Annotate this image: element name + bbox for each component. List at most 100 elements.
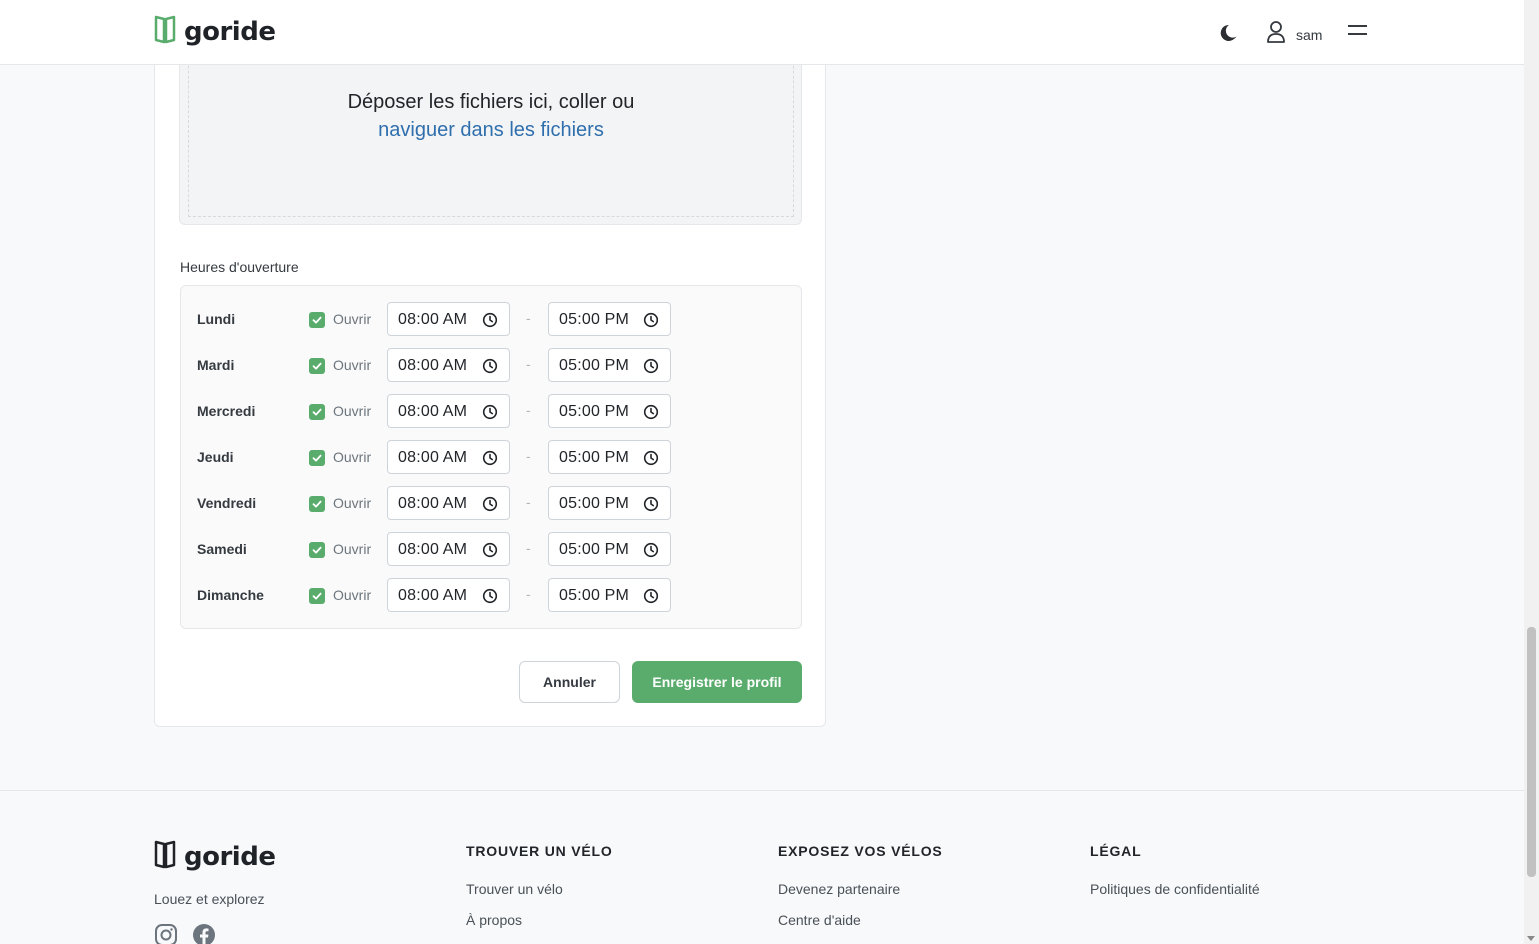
opening-time-value: 08:00 AM [398, 311, 468, 328]
time-separator: - [526, 540, 531, 556]
clock-icon[interactable] [482, 358, 498, 379]
menu-icon[interactable] [1347, 22, 1369, 47]
opening-time-value: 08:00 AM [398, 403, 468, 420]
clock-icon[interactable] [643, 588, 659, 609]
footer-link-help-center[interactable]: Centre d'aide [778, 912, 943, 928]
scrollbar-thumb[interactable] [1527, 627, 1536, 877]
profile-form-card: Déposer les fichiers ici, coller ou navi… [154, 40, 826, 727]
hours-row: Vendredi Ouvrir 08:00 AM - 05:00 PM [181, 486, 801, 522]
closing-time-input[interactable]: 05:00 PM [548, 486, 671, 520]
user-name: sam [1296, 26, 1323, 43]
clock-icon[interactable] [643, 496, 659, 517]
footer-link-about[interactable]: À propos [466, 912, 613, 928]
day-label: Mardi [197, 357, 235, 373]
hours-row: Mercredi Ouvrir 08:00 AM - 05:00 PM [181, 394, 801, 430]
open-checkbox-label: Ouvrir [333, 495, 372, 511]
opening-hours-table: Lundi Ouvrir 08:00 AM - 05:00 PM Mardi Ouvrir 0… [180, 285, 802, 629]
footer-column-partners: EXPOSEZ VOS VÉLOS Devenez partenaire Cen… [778, 843, 943, 943]
opening-time-value: 08:00 AM [398, 495, 468, 512]
book-logo-icon [154, 14, 176, 49]
user-menu[interactable]: sam [1266, 20, 1322, 49]
closing-time-input[interactable]: 05:00 PM [548, 302, 671, 336]
closing-time-value: 05:00 PM [559, 541, 630, 558]
closing-time-input[interactable]: 05:00 PM [548, 578, 671, 612]
closing-time-value: 05:00 PM [559, 449, 630, 466]
checkmark-icon [311, 406, 323, 418]
closing-time-input[interactable]: 05:00 PM [548, 348, 671, 382]
scroll-down-arrow[interactable] [1527, 936, 1535, 941]
open-checkbox[interactable] [309, 542, 325, 558]
day-label: Mercredi [197, 403, 256, 419]
opening-time-input[interactable]: 08:00 AM [387, 578, 510, 612]
footer-link-find-bike[interactable]: Trouver un vélo [466, 881, 613, 897]
clock-icon[interactable] [643, 358, 659, 379]
opening-time-input[interactable]: 08:00 AM [387, 532, 510, 566]
opening-time-input[interactable]: 08:00 AM [387, 486, 510, 520]
open-checkbox-label: Ouvrir [333, 311, 372, 327]
clock-icon[interactable] [482, 450, 498, 471]
open-checkbox[interactable] [309, 358, 325, 374]
opening-hours-label: Heures d'ouverture [180, 259, 299, 275]
top-navbar: goride sam [0, 0, 1524, 65]
clock-icon[interactable] [482, 404, 498, 425]
checkmark-icon [311, 544, 323, 556]
time-separator: - [526, 586, 531, 602]
open-checkbox-label: Ouvrir [333, 403, 372, 419]
browse-files-link[interactable]: naviguer dans les fichiers [189, 119, 793, 142]
instagram-icon[interactable] [154, 923, 178, 944]
time-separator: - [526, 402, 531, 418]
closing-time-value: 05:00 PM [559, 495, 630, 512]
open-checkbox[interactable] [309, 496, 325, 512]
day-label: Vendredi [197, 495, 257, 511]
open-checkbox[interactable] [309, 312, 325, 328]
clock-icon[interactable] [643, 312, 659, 333]
brand-name: goride [184, 16, 276, 47]
save-profile-button[interactable]: Enregistrer le profil [632, 661, 802, 703]
cancel-button[interactable]: Annuler [519, 661, 620, 703]
clock-icon[interactable] [643, 404, 659, 425]
footer-column-legal: LÉGAL Politiques de confidentialité [1090, 843, 1260, 912]
clock-icon[interactable] [482, 312, 498, 333]
user-icon [1266, 20, 1286, 49]
open-checkbox[interactable] [309, 588, 325, 604]
closing-time-value: 05:00 PM [559, 587, 630, 604]
opening-time-input[interactable]: 08:00 AM [387, 394, 510, 428]
facebook-icon[interactable] [192, 923, 216, 944]
social-links [154, 923, 216, 944]
moon-icon[interactable] [1220, 21, 1240, 48]
open-checkbox[interactable] [309, 404, 325, 420]
hours-row: Dimanche Ouvrir 08:00 AM - 05:00 PM [181, 578, 801, 614]
closing-time-input[interactable]: 05:00 PM [548, 440, 671, 474]
opening-time-input[interactable]: 08:00 AM [387, 302, 510, 336]
hours-row: Mardi Ouvrir 08:00 AM - 05:00 PM [181, 348, 801, 384]
open-checkbox-label: Ouvrir [333, 449, 372, 465]
closing-time-value: 05:00 PM [559, 403, 630, 420]
footer-link-become-partner[interactable]: Devenez partenaire [778, 881, 943, 897]
opening-time-value: 08:00 AM [398, 541, 468, 558]
footer-brand-logo[interactable]: goride [154, 839, 276, 874]
day-label: Samedi [197, 541, 247, 557]
footer-brand-name: goride [184, 841, 276, 872]
footer-link-privacy[interactable]: Politiques de confidentialité [1090, 881, 1260, 897]
clock-icon[interactable] [643, 450, 659, 471]
time-separator: - [526, 310, 531, 326]
clock-icon[interactable] [482, 496, 498, 517]
clock-icon[interactable] [643, 542, 659, 563]
file-dropzone[interactable]: Déposer les fichiers ici, coller ou navi… [179, 41, 802, 225]
opening-time-value: 08:00 AM [398, 357, 468, 374]
clock-icon[interactable] [482, 588, 498, 609]
checkmark-icon [311, 360, 323, 372]
opening-time-input[interactable]: 08:00 AM [387, 348, 510, 382]
opening-time-input[interactable]: 08:00 AM [387, 440, 510, 474]
footer-column-find: TROUVER UN VÉLO Trouver un vélo À propos [466, 843, 613, 943]
checkmark-icon [311, 498, 323, 510]
closing-time-input[interactable]: 05:00 PM [548, 394, 671, 428]
open-checkbox[interactable] [309, 450, 325, 466]
day-label: Jeudi [197, 449, 234, 465]
clock-icon[interactable] [482, 542, 498, 563]
brand-logo[interactable]: goride [154, 14, 276, 49]
open-checkbox-label: Ouvrir [333, 357, 372, 373]
opening-time-value: 08:00 AM [398, 449, 468, 466]
page-scrollbar[interactable] [1524, 0, 1539, 944]
closing-time-input[interactable]: 05:00 PM [548, 532, 671, 566]
